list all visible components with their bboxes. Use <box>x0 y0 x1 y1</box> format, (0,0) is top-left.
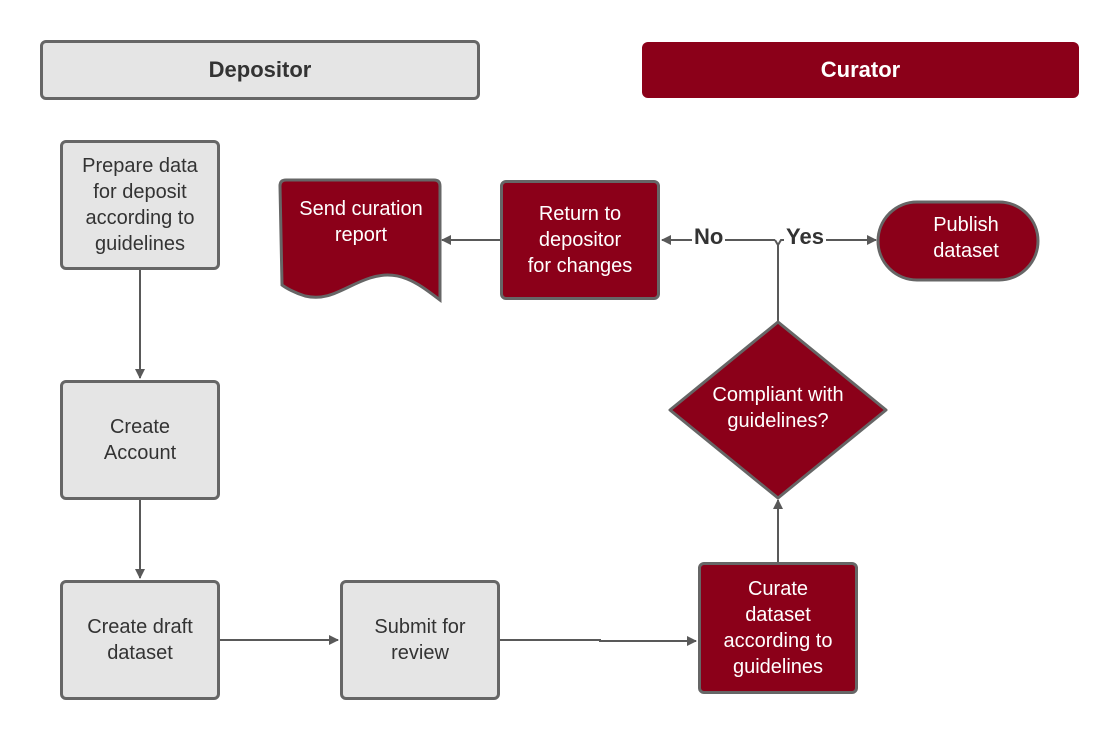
node-curate-dataset: Curate dataset according to guidelines <box>698 562 858 694</box>
node-return-to-depositor: Return to depositor for changes <box>500 180 660 300</box>
node-compliant-decision: Compliant with guidelines? <box>690 376 866 440</box>
node-create-draft-dataset: Create draft dataset <box>60 580 220 700</box>
node-submit-for-review-label: Submit for review <box>374 616 466 664</box>
node-create-account-label: Create Account <box>103 416 177 464</box>
node-return-to-depositor-label: Return to depositor for changes <box>527 203 633 277</box>
edge-label-no: No <box>692 224 726 249</box>
edge-decision-up <box>774 239 779 322</box>
node-send-curation-report-label: Send curation report <box>299 198 423 246</box>
node-compliant-decision-label: Compliant with guidelines? <box>712 384 844 432</box>
edge-submit-to-curate <box>500 636 697 646</box>
edge-label-yes: Yes <box>784 224 826 249</box>
node-create-draft-dataset-label: Create draft dataset <box>87 616 193 664</box>
node-send-curation-report: Send curation report <box>282 190 440 254</box>
node-prepare-data-label: Prepare data for deposit according to gu… <box>82 155 198 255</box>
node-submit-for-review: Submit for review <box>340 580 500 700</box>
node-publish-dataset-label: Publish dataset <box>933 214 999 262</box>
node-create-account: Create Account <box>60 380 220 500</box>
node-publish-dataset: Publish dataset <box>888 206 1044 270</box>
node-prepare-data: Prepare data for deposit according to gu… <box>60 140 220 270</box>
node-curate-dataset-label: Curate dataset according to guidelines <box>723 578 833 678</box>
